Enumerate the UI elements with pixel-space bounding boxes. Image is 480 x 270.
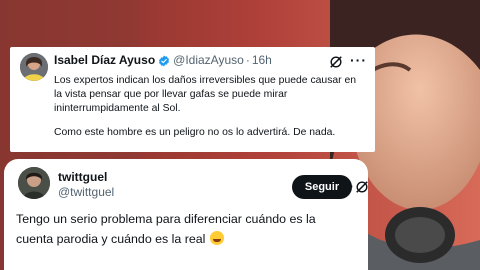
tweet-paragraph: Como este hombre es un peligro no os lo … <box>54 127 336 138</box>
tweet-paragraph: Los expertos indican los daños irreversi… <box>54 75 357 114</box>
grok-icon[interactable] <box>329 55 343 69</box>
tweet-header: Isabel Díaz Ayuso @IdiazAyuso · 16h <box>54 53 365 68</box>
avatar[interactable] <box>20 53 48 81</box>
avatar[interactable] <box>18 167 50 199</box>
author-name[interactable]: Isabel Díaz Ayuso <box>54 53 155 68</box>
verified-badge-icon <box>158 55 170 67</box>
tweet-text: Los expertos indican los daños irreversi… <box>54 74 365 140</box>
timestamp[interactable]: 16h <box>252 53 272 68</box>
separator: · <box>245 53 250 67</box>
author-name[interactable]: twittguel <box>58 170 114 185</box>
author-handle[interactable]: @IdiazAyuso <box>173 53 244 68</box>
tweet-card-twittguel[interactable]: twittguel @twittguel Seguir ··· Tengo un… <box>4 159 368 270</box>
tweet-card-ayuso[interactable]: Isabel Díaz Ayuso @IdiazAyuso · 16h ··· … <box>10 47 375 152</box>
grok-icon[interactable] <box>355 180 369 194</box>
tweet-text: Tengo un serio problema para diferenciar… <box>16 209 356 249</box>
more-options-icon[interactable]: ··· <box>338 179 355 193</box>
author-handle[interactable]: @twittguel <box>58 185 114 200</box>
author-block: twittguel @twittguel <box>58 170 114 200</box>
rofl-emoji-icon <box>209 231 224 245</box>
tweet-body: Tengo un serio problema para diferenciar… <box>16 212 316 246</box>
more-options-icon[interactable]: ··· <box>350 53 367 67</box>
tweet-header: twittguel @twittguel Seguir <box>16 167 368 207</box>
